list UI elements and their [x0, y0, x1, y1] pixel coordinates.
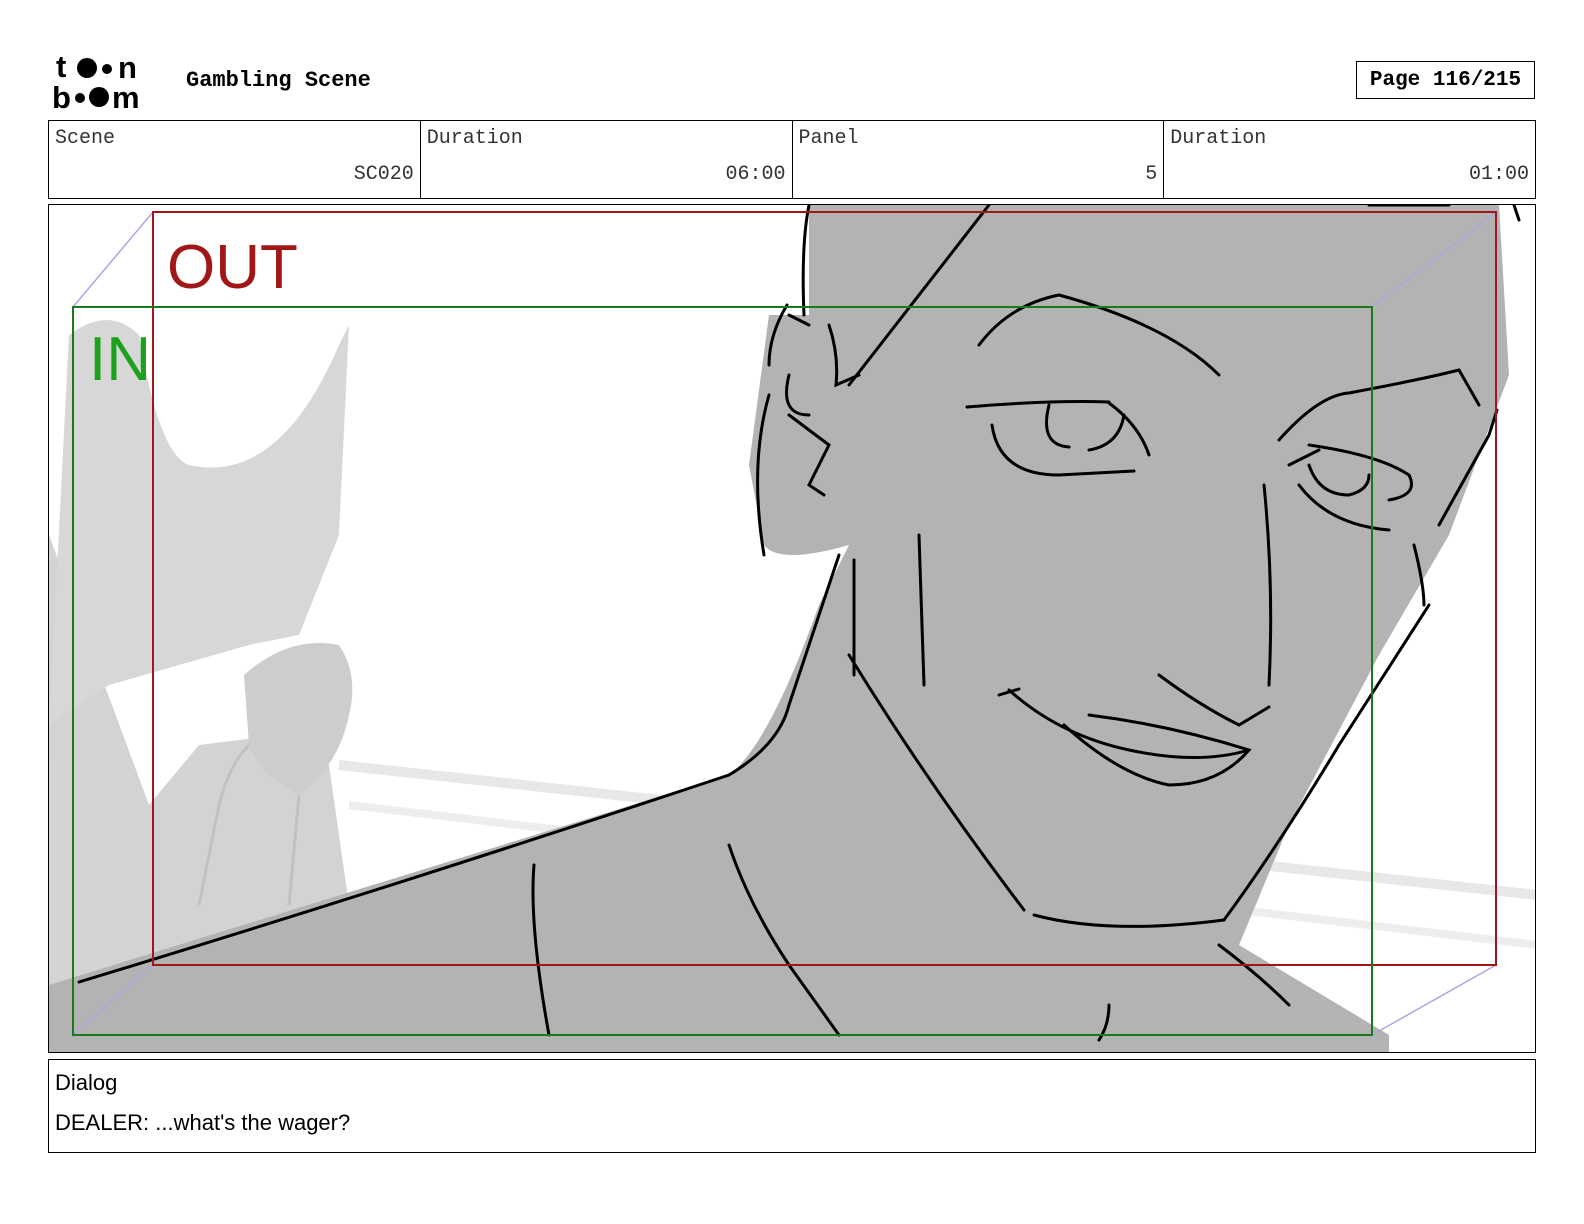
svg-text:t: t: [56, 50, 66, 84]
panel-sketch: [49, 205, 1535, 1052]
scene-duration-value: 06:00: [725, 163, 786, 186]
panel-value: 5: [1145, 163, 1158, 186]
scene-value: SC020: [353, 163, 414, 186]
panel-cell: Panel 5: [793, 121, 1165, 198]
dialog-box: Dialog DEALER: ...what's the wager?: [48, 1059, 1536, 1153]
scene-cell: Scene SC020: [49, 121, 421, 198]
storyboard-panel: OUT IN: [48, 204, 1536, 1053]
panel-label: Panel: [798, 127, 859, 150]
panel-duration-label: Duration: [1170, 127, 1267, 150]
scene-label: Scene: [55, 127, 116, 150]
out-frame-label: OUT: [167, 233, 298, 302]
panel-duration-value: 01:00: [1468, 163, 1529, 186]
toon-boom-logo: t n b m: [52, 50, 140, 112]
scene-duration-label: Duration: [426, 127, 523, 150]
in-frame-label: IN: [89, 325, 151, 394]
panel-info-bar: Scene SC020 Duration 06:00 Panel 5 Durat…: [48, 120, 1536, 199]
panel-duration-cell: Duration 01:00: [1164, 121, 1535, 198]
svg-text:m: m: [112, 80, 140, 112]
page-indicator: Page 116/215: [1356, 61, 1535, 99]
dialog-label: Dialog: [55, 1070, 118, 1095]
svg-text:b: b: [52, 80, 71, 112]
scene-duration-cell: Duration 06:00: [421, 121, 793, 198]
storyboard-title: Gambling Scene: [186, 68, 371, 93]
dialog-text: DEALER: ...what's the wager?: [55, 1110, 351, 1135]
